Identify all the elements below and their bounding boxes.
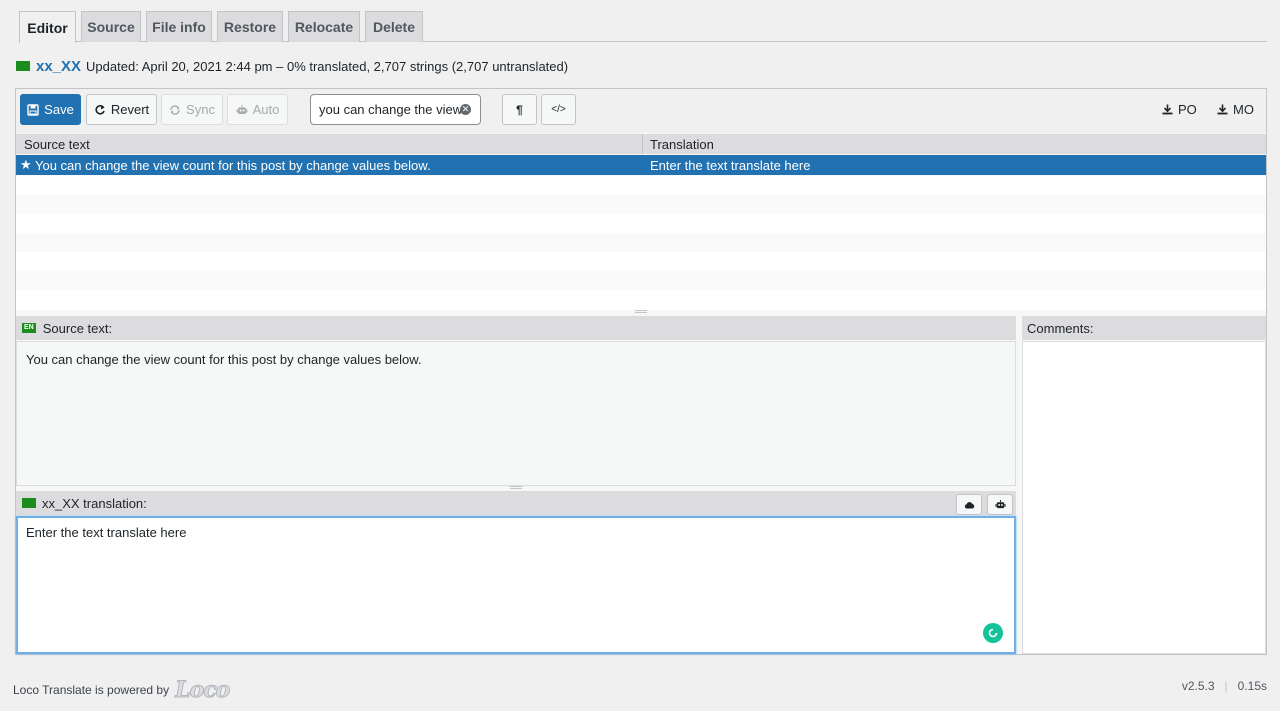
source-panel-header: EN Source text: <box>16 316 1016 340</box>
save-icon <box>27 103 39 116</box>
save-button[interactable]: Save <box>20 94 81 125</box>
download-mo-button[interactable]: MO <box>1217 102 1254 117</box>
footer-credit: Loco Translate is powered by Loco <box>13 677 231 704</box>
empty-row <box>16 252 1266 271</box>
empty-row <box>16 195 1266 214</box>
comments-panel <box>1022 341 1266 654</box>
tab-source[interactable]: Source <box>81 11 141 42</box>
loco-logo[interactable]: Loco <box>175 677 231 704</box>
download-po-label: PO <box>1178 102 1197 117</box>
tab-relocate[interactable]: Relocate <box>288 11 360 42</box>
suggest-translation-button[interactable] <box>956 494 982 515</box>
render-time: 0.15s <box>1237 679 1267 693</box>
tab-file-info[interactable]: File info <box>146 11 212 42</box>
cloud-icon <box>964 501 974 508</box>
editor-toolbar: Save Revert Sync Auto ✕ ¶ </> PO MO <box>16 89 1266 133</box>
file-status-line: xx_XX Updated: April 20, 2021 2:44 pm – … <box>16 57 568 75</box>
source-panel-title: Source text: <box>42 320 113 336</box>
empty-row <box>16 214 1266 233</box>
tab-restore[interactable]: Restore <box>217 11 283 42</box>
column-divider <box>642 134 643 154</box>
toggle-code-view-button[interactable]: </> <box>541 94 576 125</box>
revert-button[interactable]: Revert <box>86 94 157 125</box>
star-icon: ★ <box>20 157 32 172</box>
download-icon <box>1162 104 1173 115</box>
revert-button-label: Revert <box>110 102 150 117</box>
file-status-text: Updated: April 20, 2021 2:44 pm – 0% tra… <box>86 58 569 74</box>
locale-flag-icon <box>22 498 36 508</box>
source-text-panel: You can change the view count for this p… <box>16 341 1016 486</box>
plugin-version: v2.5.3 <box>1181 679 1215 693</box>
column-header-translation[interactable]: Translation <box>650 137 714 152</box>
translation-textarea[interactable]: Enter the text translate here <box>16 516 1016 654</box>
source-text: You can change the view count for this p… <box>26 352 422 367</box>
locale-link[interactable]: xx_XX <box>36 58 81 75</box>
footer-meta: v2.5.3 | 0.15s <box>1182 679 1267 693</box>
empty-row <box>16 233 1266 252</box>
sync-button[interactable]: Sync <box>161 94 223 125</box>
tab-bar: Editor Source File info Restore Relocate… <box>19 11 1267 43</box>
search-field[interactable]: ✕ <box>310 94 481 125</box>
download-po-button[interactable]: PO <box>1162 102 1197 117</box>
comments-panel-header: Comments: <box>1022 316 1266 340</box>
auto-translate-button[interactable] <box>987 494 1013 515</box>
clear-search-icon[interactable]: ✕ <box>460 104 471 115</box>
row-translation-text: Enter the text translate here <box>650 158 811 173</box>
source-resize-handle[interactable] <box>510 486 522 489</box>
translation-panel-header: xx_XX translation: <box>16 491 1016 515</box>
footer-separator: | <box>1224 679 1228 693</box>
sync-button-label: Sync <box>186 102 215 117</box>
revert-icon <box>95 104 105 115</box>
empty-row <box>16 290 1266 310</box>
download-mo-label: MO <box>1233 102 1254 117</box>
column-header-source[interactable]: Source text <box>24 137 90 152</box>
tab-delete[interactable]: Delete <box>365 11 423 42</box>
grammarly-spinner-icon <box>988 628 998 638</box>
powered-by-text: Loco Translate is powered by <box>13 683 170 697</box>
string-list-header: Source text Translation <box>16 134 1266 154</box>
save-button-label: Save <box>44 102 74 117</box>
grammarly-icon[interactable] <box>983 623 1003 643</box>
empty-row <box>16 176 1266 195</box>
row-source-text: You can change the view count for this p… <box>35 158 431 173</box>
robot-icon <box>994 499 1006 509</box>
empty-row <box>16 271 1266 290</box>
auto-button[interactable]: Auto <box>227 94 288 125</box>
grid-resize-handle[interactable] <box>635 310 647 313</box>
toggle-invisibles-button[interactable]: ¶ <box>502 94 537 125</box>
translation-text: Enter the text translate here <box>26 525 187 540</box>
source-lang-badge: EN <box>22 323 36 333</box>
sync-icon <box>170 104 180 115</box>
table-row[interactable]: ★ You can change the view count for this… <box>16 155 1266 175</box>
translation-panel-title: xx_XX translation: <box>42 495 147 511</box>
auto-button-label: Auto <box>252 102 280 117</box>
comments-panel-title: Comments: <box>1027 320 1094 336</box>
tab-editor[interactable]: Editor <box>19 11 76 43</box>
search-input[interactable] <box>319 102 461 117</box>
robot-icon <box>236 104 248 114</box>
locale-flag-icon <box>16 61 30 71</box>
editor-frame: Save Revert Sync Auto ✕ ¶ </> PO MO <box>15 88 1267 655</box>
download-icon <box>1217 104 1228 115</box>
